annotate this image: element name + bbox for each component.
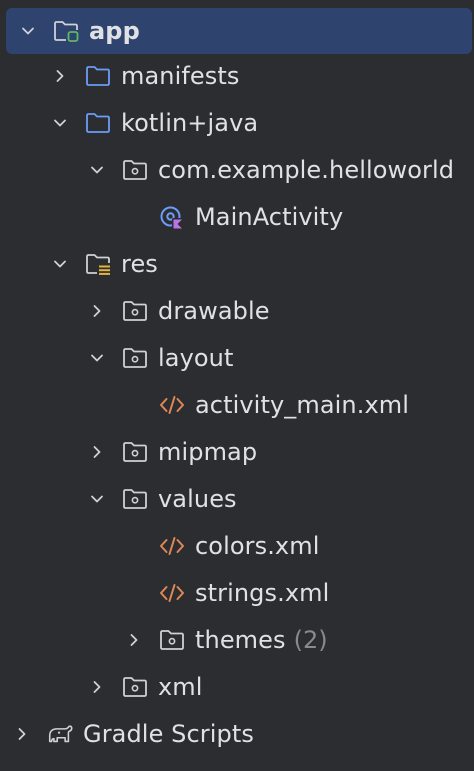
- folder-icon: [84, 62, 112, 90]
- xml-file-icon: [158, 391, 186, 419]
- tree-item-drawable[interactable]: drawable: [0, 288, 474, 334]
- tree-item-label: MainActivity: [195, 203, 344, 231]
- xml-file-icon: [158, 532, 186, 560]
- tree-item-label: layout: [158, 344, 234, 372]
- tree-item-label: com.example.helloworld: [158, 156, 455, 184]
- package-icon: [121, 344, 149, 372]
- chevron-right-icon[interactable]: [12, 724, 32, 744]
- tree-item-xml[interactable]: xml: [0, 664, 474, 710]
- chevron-down-icon[interactable]: [18, 21, 38, 41]
- tree-item-label: values: [158, 485, 237, 513]
- tree-item-label: themes: [195, 626, 286, 654]
- tree-item-values[interactable]: values: [0, 476, 474, 522]
- package-icon: [121, 156, 149, 184]
- tree-item-mipmap[interactable]: mipmap: [0, 429, 474, 475]
- tree-item-activity-main-xml[interactable]: activity_main.xml: [0, 382, 474, 428]
- tree-item-package-helloworld[interactable]: com.example.helloworld: [0, 147, 474, 193]
- chevron-down-icon[interactable]: [87, 489, 107, 509]
- package-icon: [121, 438, 149, 466]
- tree-item-label: mipmap: [158, 438, 258, 466]
- tree-item-app[interactable]: app: [6, 8, 472, 54]
- chevron-down-icon[interactable]: [50, 113, 70, 133]
- tree-item-strings-xml[interactable]: strings.xml: [0, 570, 474, 616]
- chevron-right-icon[interactable]: [87, 442, 107, 462]
- chevron-right-icon[interactable]: [124, 630, 144, 650]
- tree-item-gradle-scripts[interactable]: Gradle Scripts: [0, 711, 474, 757]
- tree-item-label: strings.xml: [195, 579, 330, 607]
- tree-item-label: kotlin+java: [121, 109, 259, 137]
- package-icon: [158, 626, 186, 654]
- tree-item-label: res: [121, 250, 158, 278]
- tree-item-themes[interactable]: themes (2): [0, 617, 474, 663]
- folder-icon: [84, 109, 112, 137]
- tree-item-label: app: [89, 17, 140, 45]
- chevron-right-icon[interactable]: [50, 66, 70, 86]
- tree-item-res[interactable]: res: [0, 241, 474, 287]
- package-icon: [121, 297, 149, 325]
- chevron-down-icon[interactable]: [87, 348, 107, 368]
- chevron-right-icon[interactable]: [87, 677, 107, 697]
- chevron-down-icon[interactable]: [87, 160, 107, 180]
- tree-item-label: Gradle Scripts: [83, 720, 254, 748]
- xml-file-icon: [158, 579, 186, 607]
- kotlin-class-icon: [158, 203, 186, 231]
- tree-item-label: activity_main.xml: [195, 391, 410, 419]
- tree-item-label: drawable: [158, 297, 270, 325]
- tree-item-manifests[interactable]: manifests: [0, 53, 474, 99]
- project-tree: app manifests kotlin+java com.example.he…: [0, 0, 474, 771]
- resources-folder-icon: [84, 250, 112, 278]
- package-icon: [121, 485, 149, 513]
- tree-item-layout[interactable]: layout: [0, 335, 474, 381]
- tree-item-label: xml: [158, 673, 203, 701]
- chevron-down-icon[interactable]: [50, 254, 70, 274]
- tree-item-kotlin-java[interactable]: kotlin+java: [0, 100, 474, 146]
- gradle-elephant-icon: [46, 720, 74, 748]
- chevron-right-icon[interactable]: [87, 301, 107, 321]
- package-icon: [121, 673, 149, 701]
- tree-item-colors-xml[interactable]: colors.xml: [0, 523, 474, 569]
- tree-item-count: (2): [293, 626, 328, 654]
- module-folder-icon: [52, 17, 80, 45]
- tree-item-label: manifests: [121, 62, 240, 90]
- tree-item-label: colors.xml: [195, 532, 320, 560]
- tree-item-mainactivity[interactable]: MainActivity: [0, 194, 474, 240]
